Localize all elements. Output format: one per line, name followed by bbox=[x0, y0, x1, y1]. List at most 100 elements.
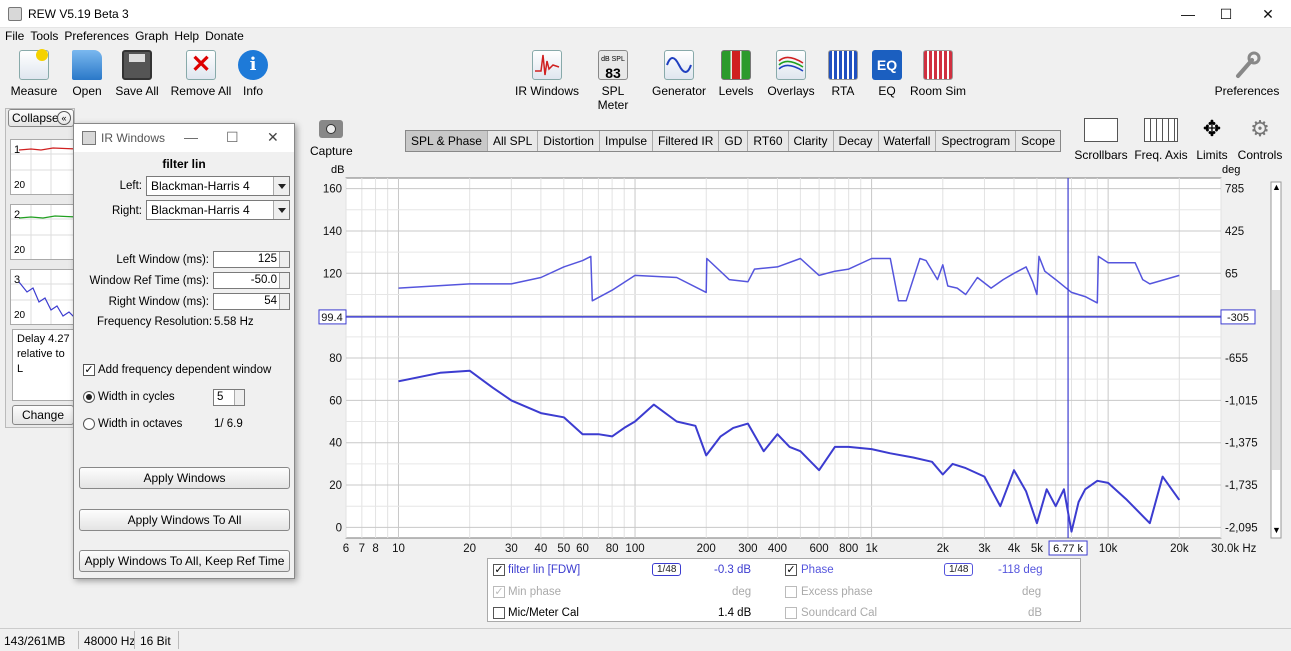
generator-button[interactable]: Generator bbox=[652, 50, 706, 98]
freq-axis-button[interactable]: Freq. Axis bbox=[1134, 118, 1188, 162]
x-tick-label: 40 bbox=[534, 543, 547, 555]
x-tick-label: 30 bbox=[505, 543, 518, 555]
capture-button[interactable]: Capture bbox=[310, 120, 353, 158]
dialog-close-button[interactable]: ✕ bbox=[267, 129, 279, 146]
cycles-input[interactable]: 5 bbox=[213, 389, 245, 406]
bit-depth-status: 16 Bit bbox=[140, 634, 171, 648]
scrollbars-button[interactable]: Scrollbars bbox=[1074, 118, 1128, 162]
y2-axis-unit: deg bbox=[1222, 164, 1240, 176]
collapse-button[interactable]: Collapse « bbox=[8, 109, 74, 127]
dialog-minimize-button[interactable]: — bbox=[184, 129, 198, 145]
phase-smoothing-badge[interactable]: 1/48 bbox=[944, 563, 974, 576]
controls-button[interactable]: ⚙ Controls bbox=[1237, 118, 1283, 163]
mic-cal-checkbox[interactable] bbox=[493, 607, 505, 619]
cycles-radio[interactable] bbox=[83, 391, 95, 403]
preferences-button[interactable]: Preferences bbox=[1214, 50, 1280, 98]
y2-tick-label: 65 bbox=[1225, 268, 1238, 280]
x-tick-label: 30.0k Hz bbox=[1211, 543, 1257, 555]
x-tick-label: 50 bbox=[557, 543, 570, 555]
tab-distortion[interactable]: Distortion bbox=[538, 131, 600, 151]
measure-icon bbox=[19, 49, 49, 80]
spinner-icon[interactable] bbox=[234, 390, 244, 405]
limits-button[interactable]: ✥ Limits bbox=[1192, 118, 1232, 163]
filter-smoothing-badge[interactable]: 1/48 bbox=[652, 563, 682, 576]
ir-windows-button[interactable]: IR Windows bbox=[515, 50, 579, 98]
phase-checkbox[interactable]: ✓ bbox=[785, 564, 797, 576]
cursor-left-value: 99.4 bbox=[321, 312, 342, 324]
spl-phase-chart[interactable]: dB deg 0 20 40 60 80 100 120 140 160 785 425 65 -30… bbox=[305, 160, 1291, 558]
scroll-down-icon[interactable]: ▼ bbox=[1272, 525, 1281, 535]
filter-lin-checkbox[interactable]: ✓ bbox=[493, 564, 505, 576]
tab-all-spl[interactable]: All SPL bbox=[488, 131, 539, 151]
x-tick-label: 300 bbox=[738, 543, 757, 555]
info-icon: i bbox=[238, 50, 268, 80]
min-phase-checkbox[interactable]: ✓ bbox=[493, 586, 505, 598]
tab-rt60[interactable]: RT60 bbox=[748, 131, 789, 151]
open-button[interactable]: Open bbox=[66, 50, 108, 98]
fdw-checkbox[interactable]: ✓ bbox=[83, 364, 95, 376]
measure-button[interactable]: Measure bbox=[10, 49, 58, 98]
change-button[interactable]: Change bbox=[12, 405, 74, 425]
app-icon bbox=[8, 7, 22, 21]
room-sim-button[interactable]: Room Sim bbox=[910, 50, 966, 98]
tab-decay[interactable]: Decay bbox=[834, 131, 879, 151]
overlays-button[interactable]: Overlays bbox=[766, 50, 816, 98]
tab-spectrogram[interactable]: Spectrogram bbox=[936, 131, 1017, 151]
menu-preferences[interactable]: Preferences bbox=[61, 28, 132, 44]
menu-bar: File Tools Preferences Graph Help Donate bbox=[0, 28, 1291, 46]
left-window-type-select[interactable]: Blackman-Harris 4 bbox=[146, 176, 290, 196]
spinner-icon[interactable] bbox=[279, 252, 289, 267]
y-tick-label: 160 bbox=[323, 184, 342, 196]
tab-gd[interactable]: GD bbox=[719, 131, 749, 151]
apply-windows-button[interactable]: Apply Windows bbox=[79, 467, 290, 489]
octaves-value: 1/ 6.9 bbox=[214, 418, 243, 430]
measurement-thumb-3[interactable]: 3 20 bbox=[10, 269, 78, 325]
room-sim-icon bbox=[923, 50, 953, 80]
excess-phase-checkbox[interactable] bbox=[785, 586, 797, 598]
menu-file[interactable]: File bbox=[2, 28, 27, 44]
delay-info: Delay 4.27 relative to L bbox=[12, 329, 76, 401]
y2-tick-label: -2,095 bbox=[1225, 522, 1258, 534]
right-window-input[interactable]: 54 bbox=[213, 293, 290, 310]
measurement-thumb-1[interactable]: 1 20 bbox=[10, 139, 78, 195]
x-tick-label: 10 bbox=[392, 543, 405, 555]
dialog-title-bar: IR Windows — ☐ ✕ bbox=[74, 124, 294, 152]
remove-all-button[interactable]: ✕ Remove All bbox=[170, 50, 232, 98]
save-all-button[interactable]: Save All bbox=[114, 50, 160, 98]
tab-clarity[interactable]: Clarity bbox=[789, 131, 834, 151]
soundcard-cal-checkbox[interactable] bbox=[785, 607, 797, 619]
octaves-radio[interactable] bbox=[83, 418, 95, 430]
apply-all-keep-ref-button[interactable]: Apply Windows To All, Keep Ref Time bbox=[79, 550, 290, 572]
tab-filtered-ir[interactable]: Filtered IR bbox=[653, 131, 720, 151]
spl-meter-button[interactable]: dB SPL 83 SPL Meter bbox=[585, 50, 641, 112]
y-tick-label: 80 bbox=[329, 353, 342, 365]
tab-waterfall[interactable]: Waterfall bbox=[879, 131, 937, 151]
tab-impulse[interactable]: Impulse bbox=[600, 131, 654, 151]
scroll-up-icon[interactable]: ▲ bbox=[1272, 182, 1281, 192]
left-window-input[interactable]: 125 bbox=[213, 251, 290, 268]
ref-time-input[interactable]: -50.0 bbox=[213, 272, 290, 289]
tab-scope[interactable]: Scope bbox=[1016, 131, 1060, 151]
right-window-type-select[interactable]: Blackman-Harris 4 bbox=[146, 200, 290, 220]
maximize-button[interactable]: ☐ bbox=[1203, 0, 1249, 28]
menu-graph[interactable]: Graph bbox=[132, 28, 171, 44]
spinner-icon[interactable] bbox=[279, 294, 289, 309]
levels-button[interactable]: Levels bbox=[718, 50, 754, 98]
filter-value: -0.3 dB bbox=[714, 564, 752, 576]
apply-windows-to-all-button[interactable]: Apply Windows To All bbox=[79, 509, 290, 531]
eq-button[interactable]: EQ EQ bbox=[872, 50, 902, 98]
vertical-scrollbar-thumb[interactable] bbox=[1272, 290, 1280, 470]
close-button[interactable]: ✕ bbox=[1245, 0, 1291, 28]
measurement-thumb-2[interactable]: 2 20 bbox=[10, 204, 78, 260]
menu-help[interactable]: Help bbox=[171, 28, 202, 44]
x-tick-label: 2k bbox=[937, 543, 949, 555]
menu-tools[interactable]: Tools bbox=[27, 28, 61, 44]
y2-tick-label: -655 bbox=[1225, 353, 1248, 365]
dialog-maximize-button[interactable]: ☐ bbox=[226, 129, 239, 146]
info-button[interactable]: i Info bbox=[238, 50, 268, 98]
rta-button[interactable]: RTA bbox=[828, 50, 858, 98]
tab-spl-phase[interactable]: SPL & Phase bbox=[406, 131, 488, 151]
spinner-icon[interactable] bbox=[279, 273, 289, 288]
menu-donate[interactable]: Donate bbox=[202, 28, 247, 44]
x-tick-label: 20 bbox=[463, 543, 476, 555]
